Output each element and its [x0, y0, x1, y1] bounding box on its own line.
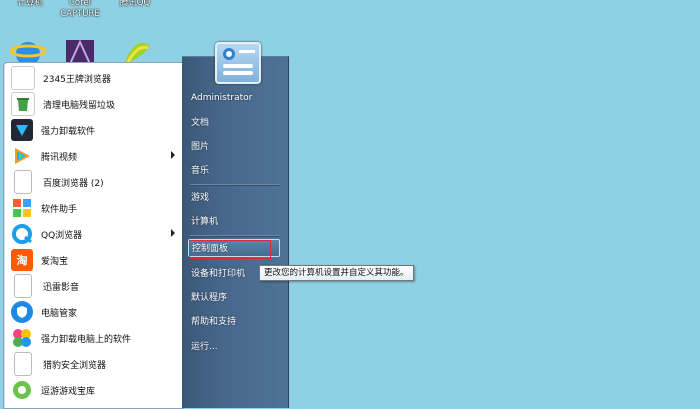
place-games[interactable]: 游戏: [188, 189, 282, 207]
program-label: 迅雷影音: [43, 282, 80, 293]
program-label: 猎豹安全浏览器: [43, 360, 107, 371]
menu-separator: [190, 184, 280, 186]
place-run[interactable]: 运行...: [188, 338, 282, 356]
place-computer[interactable]: 计算机: [188, 213, 282, 231]
program-uninstaller[interactable]: 强力卸载软件: [7, 117, 181, 143]
user-name[interactable]: Administrator: [188, 89, 282, 107]
colorful-leaf-icon: [11, 327, 33, 349]
program-label: 逗游游戏宝库: [41, 386, 96, 397]
submenu-arrow-icon: [171, 151, 175, 159]
program-xunlei-player[interactable]: 迅雷影音: [7, 273, 181, 299]
place-pictures[interactable]: 图片: [188, 138, 282, 156]
program-software-assistant[interactable]: 软件助手: [7, 195, 181, 221]
program-pc-manager[interactable]: 电脑管家: [7, 299, 181, 325]
annotation-highlight-box: [189, 240, 271, 259]
desktop-icon-corel-label[interactable]: Corel CAPTURE: [55, 0, 105, 20]
program-tencent-video[interactable]: 腾讯视频: [7, 143, 181, 169]
uninstall-icon: [11, 119, 33, 141]
document-icon: [14, 352, 32, 376]
program-baidu-browser[interactable]: 百度浏览器 (2): [7, 169, 181, 195]
program-label: 强力卸载软件: [41, 126, 96, 137]
program-uninstall-pc-software[interactable]: 强力卸载电脑上的软件: [7, 325, 181, 351]
desktop-icon-computer-label[interactable]: 计算机: [8, 0, 52, 9]
program-2345-browser[interactable]: 2345王牌浏览器: [7, 65, 181, 91]
program-label: 强力卸载电脑上的软件: [41, 334, 132, 345]
apps-grid-icon: [11, 197, 33, 219]
program-ai-taobao[interactable]: 淘 爱淘宝: [7, 247, 181, 273]
program-qq-browser[interactable]: QQ浏览器: [7, 221, 181, 247]
control-panel-tooltip: 更改您的计算机设置并自定义其功能。: [259, 265, 414, 281]
program-clean-junk[interactable]: 清理电脑残留垃圾: [7, 91, 181, 117]
desktop-icon-qq-label[interactable]: 腾讯QQ: [112, 0, 158, 9]
program-liebao-browser[interactable]: 猎豹安全浏览器: [7, 351, 181, 377]
tencent-video-icon: [11, 145, 33, 167]
recycle-icon: [11, 92, 35, 116]
place-music[interactable]: 音乐: [188, 162, 282, 180]
document-icon: [14, 274, 32, 298]
user-avatar[interactable]: [215, 42, 261, 84]
program-label: 2345王牌浏览器: [43, 74, 111, 85]
program-game-library[interactable]: 逗游游戏宝库: [7, 377, 181, 403]
place-help-support[interactable]: 帮助和支持: [188, 313, 282, 331]
program-label: QQ浏览器: [41, 230, 83, 241]
submenu-arrow-icon: [171, 229, 175, 237]
program-label: 清理电脑残留垃圾: [43, 100, 116, 111]
menu-separator: [190, 235, 280, 237]
qq-browser-icon: [11, 223, 33, 245]
place-documents[interactable]: 文档: [188, 114, 282, 132]
user-picture-icon: [223, 48, 255, 75]
game-icon: [11, 379, 33, 401]
program-label: 腾讯视频: [41, 152, 78, 163]
program-label: 百度浏览器 (2): [43, 178, 104, 189]
program-label: 电脑管家: [41, 308, 78, 319]
shield-icon: [11, 301, 33, 323]
program-label: 爱淘宝: [41, 256, 69, 267]
place-default-programs[interactable]: 默认程序: [188, 289, 282, 307]
taobao-icon: 淘: [11, 249, 33, 271]
start-menu-program-list: 2345王牌浏览器 清理电脑残留垃圾 强力卸载软件 腾讯视频 百度浏览器 (2)…: [3, 62, 184, 409]
browser-2345-icon: [11, 66, 35, 90]
program-label: 软件助手: [41, 204, 78, 215]
document-icon: [14, 170, 32, 194]
